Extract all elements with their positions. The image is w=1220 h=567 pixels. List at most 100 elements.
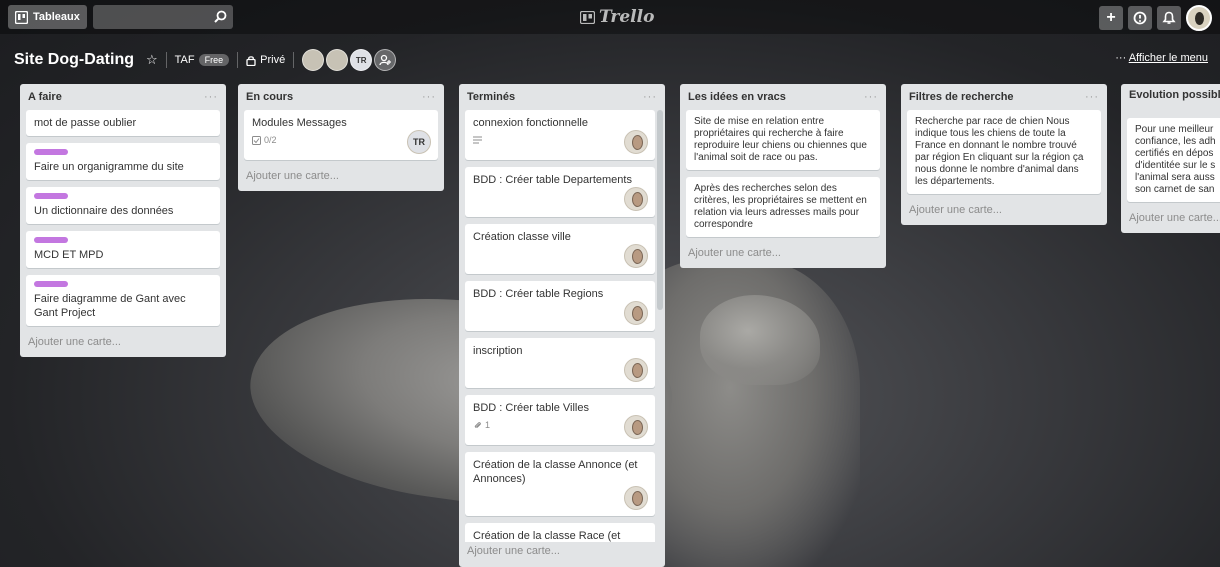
description-icon (473, 136, 482, 144)
member-avatar-initials[interactable]: TR (350, 49, 373, 71)
card-title: Création classe ville (473, 231, 571, 243)
search-icon[interactable] (214, 10, 227, 23)
card-member-avatar[interactable] (624, 244, 648, 268)
card-title: BDD : Créer table Regions (473, 288, 604, 300)
user-avatar[interactable] (1186, 5, 1212, 31)
create-button[interactable]: + (1099, 6, 1123, 30)
card-title: Création de la classe Race (et Race) (473, 530, 621, 542)
add-member-button[interactable] (374, 49, 397, 71)
add-card-button[interactable]: Ajouter une carte... (1127, 209, 1220, 227)
visibility-button[interactable]: Privé (246, 54, 285, 66)
card-member-avatar[interactable] (624, 486, 648, 510)
list-header[interactable]: Filtres de recherche ··· (907, 84, 1101, 110)
card[interactable]: BDD : Créer table Departements (465, 167, 655, 217)
list-en-cours: En cours ··· Modules Messages 0/2 TR Ajo… (238, 84, 444, 191)
team-name[interactable]: TAF (175, 54, 195, 66)
card-label-purple (34, 149, 68, 155)
list-header[interactable]: En cours ··· (244, 84, 438, 110)
card-member-avatar[interactable]: TR (407, 130, 431, 154)
list-title[interactable]: Filtres de recherche (909, 91, 1014, 103)
card-title: mot de passe oublier (34, 117, 137, 129)
list-header[interactable]: Evolution possibl temps (1127, 84, 1220, 118)
card[interactable]: Un dictionnaire des données (26, 187, 220, 224)
list-header[interactable]: A faire ··· (26, 84, 220, 110)
card-label-purple (34, 193, 68, 199)
card[interactable]: connexion fonctionnelle (465, 110, 655, 160)
search-box[interactable] (92, 5, 233, 29)
card-member-avatar[interactable] (624, 187, 648, 211)
boards-button[interactable]: Tableaux (8, 5, 87, 29)
board-title[interactable]: Site Dog-Dating (14, 51, 134, 69)
card[interactable]: Modules Messages 0/2 TR (244, 110, 438, 160)
card-title: Un dictionnaire des données (34, 205, 174, 217)
card-title: Faire diagramme de Gant avec Gant Projec… (34, 293, 186, 319)
list-title[interactable]: En cours (246, 91, 293, 103)
card[interactable]: Faire diagramme de Gant avec Gant Projec… (26, 275, 220, 326)
card-title: Pour une meilleur confiance, les adh cer… (1135, 124, 1216, 195)
add-member-icon (379, 54, 392, 66)
card[interactable]: inscription (465, 338, 655, 388)
card[interactable]: Site de mise en relation entre propriéta… (686, 110, 880, 170)
search-input[interactable] (92, 5, 233, 29)
card[interactable]: Création de la classe Race (et Race) (465, 523, 655, 542)
card-member-avatar[interactable] (624, 358, 648, 382)
card[interactable]: Recherche par race de chien Nous indique… (907, 110, 1101, 194)
card-title: Site de mise en relation entre propriéta… (694, 116, 867, 163)
card-member-avatar[interactable] (624, 130, 648, 154)
add-card-button[interactable]: Ajouter une carte... (26, 333, 220, 351)
card-member-avatar[interactable] (624, 415, 648, 439)
card-container: connexion fonctionnelle BDD : Créer tabl… (465, 110, 655, 542)
card[interactable]: Faire un organigramme du site (26, 143, 220, 180)
member-avatar[interactable] (326, 49, 349, 71)
plus-icon: + (1106, 9, 1116, 26)
trello-logo[interactable]: Trello (580, 7, 654, 27)
add-card-button[interactable]: Ajouter une carte... (465, 542, 659, 560)
list-evolution-possible: Evolution possibl temps Pour une meilleu… (1121, 84, 1220, 233)
card-member-avatar[interactable] (624, 301, 648, 325)
list-menu-icon[interactable]: ··· (864, 91, 878, 103)
add-card-button[interactable]: Ajouter une carte... (686, 244, 880, 262)
description-badge (473, 133, 647, 147)
list-menu-icon[interactable]: ··· (643, 91, 657, 103)
card-title: inscription (473, 345, 523, 357)
card[interactable]: Après des recherches selon des critères,… (686, 177, 880, 237)
card[interactable]: BDD : Créer table Villes 1 (465, 395, 655, 445)
list-menu-icon[interactable]: ··· (1085, 91, 1099, 103)
boards-icon (15, 10, 28, 24)
card-label-purple (34, 281, 68, 287)
attachment-badge: 1 (473, 418, 647, 432)
list-menu-icon[interactable]: ··· (204, 91, 218, 103)
notifications-button[interactable] (1157, 6, 1181, 30)
list-menu-icon[interactable]: ··· (422, 91, 436, 103)
show-menu-link[interactable]: ··· Afficher le menu (1115, 52, 1208, 64)
background-photo-dog-ear (700, 295, 820, 385)
list-termines: Terminés ··· connexion fonctionnelle BDD… (459, 84, 665, 567)
scrollbar-thumb[interactable] (657, 110, 663, 310)
boards-label: Tableaux (33, 11, 80, 23)
card[interactable]: Pour une meilleur confiance, les adh cer… (1127, 118, 1220, 202)
checklist-badge: 0/2 (252, 133, 430, 147)
list-title[interactable]: Terminés (467, 91, 515, 103)
board-members: TR (302, 49, 397, 71)
card[interactable]: Création classe ville (465, 224, 655, 274)
list-title[interactable]: Les idées en vracs (688, 91, 786, 103)
member-avatar[interactable] (302, 49, 325, 71)
info-button[interactable] (1128, 6, 1152, 30)
add-card-button[interactable]: Ajouter une carte... (244, 167, 438, 185)
list-scrollbar[interactable] (657, 110, 663, 440)
list-filtres-de-recherche: Filtres de recherche ··· Recherche par r… (901, 84, 1107, 225)
card-title: Création de la classe Annonce (et Annonc… (473, 459, 638, 485)
divider (293, 52, 295, 68)
add-card-button[interactable]: Ajouter une carte... (907, 201, 1101, 219)
card[interactable]: BDD : Créer table Regions (465, 281, 655, 331)
list-header[interactable]: Terminés ··· (465, 84, 659, 110)
list-header[interactable]: Les idées en vracs ··· (686, 84, 880, 110)
list-title[interactable]: Evolution possibl temps (1129, 89, 1220, 101)
divider (237, 52, 239, 68)
list-title[interactable]: A faire (28, 91, 62, 103)
card[interactable]: Création de la classe Annonce (et Annonc… (465, 452, 655, 516)
card[interactable]: MCD ET MPD (26, 231, 220, 268)
card[interactable]: mot de passe oublier (26, 110, 220, 136)
star-icon[interactable]: ☆ (146, 52, 158, 68)
attachment-count: 1 (485, 420, 491, 430)
